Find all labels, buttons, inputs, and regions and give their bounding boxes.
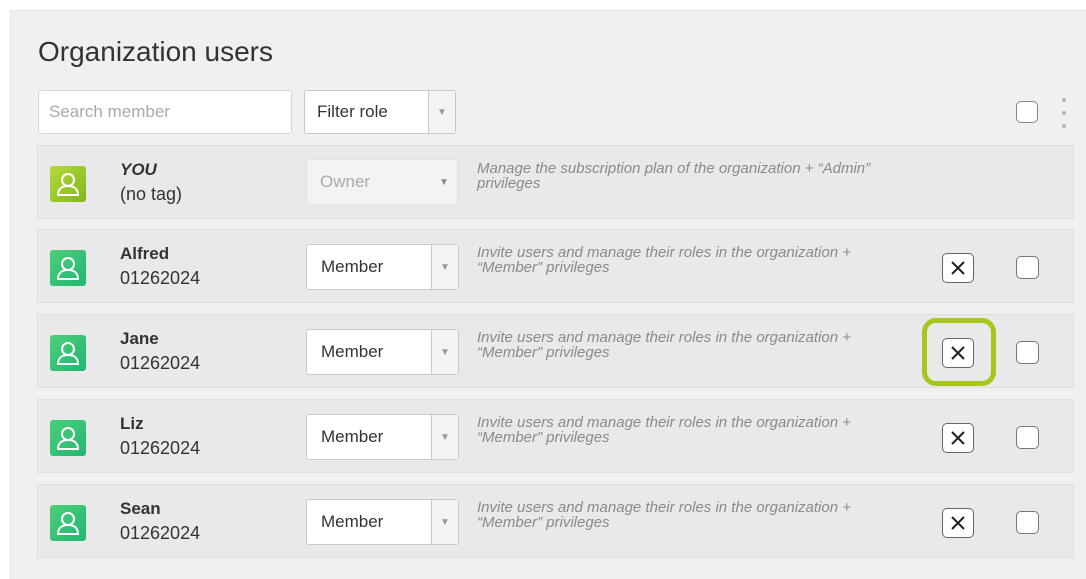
member-name: Alfred — [120, 244, 170, 263]
member-name: Jane — [120, 329, 159, 348]
role-select[interactable]: Member ▼ — [306, 329, 459, 375]
role-select-owner: Owner ▼ — [306, 159, 458, 205]
member-name: YOU — [120, 160, 157, 179]
role-description: Invite users and manage their roles in t… — [477, 244, 851, 276]
role-select-value: Member — [321, 342, 384, 361]
role-description: Invite users and manage their roles in t… — [477, 329, 851, 361]
close-icon — [951, 431, 965, 445]
role-description: Invite users and manage their roles in t… — [477, 414, 851, 446]
chevron-down-icon: ▼ — [431, 245, 458, 289]
close-icon — [951, 516, 965, 530]
role-select[interactable]: Member ▼ — [306, 414, 459, 460]
member-row-jane: Jane 01262024 Member ▼ Invite users and … — [37, 314, 1074, 388]
search-input[interactable] — [38, 90, 292, 134]
member-checkbox[interactable] — [1016, 256, 1039, 279]
chevron-down-icon: ▼ — [428, 91, 455, 133]
chevron-down-icon: ▼ — [431, 415, 458, 459]
filter-role-label: Filter role — [317, 102, 388, 121]
role-description: Invite users and manage their roles in t… — [477, 499, 851, 531]
role-select-value: Owner — [320, 172, 371, 191]
select-all-checkbox[interactable] — [1016, 101, 1038, 123]
more-options-icon[interactable] — [1058, 98, 1070, 128]
member-row-you: YOU (no tag) Manage the subscription pla… — [37, 145, 1074, 219]
member-checkbox[interactable] — [1016, 426, 1039, 449]
role-select[interactable]: Member ▼ — [306, 244, 459, 290]
remove-member-button[interactable] — [942, 423, 974, 453]
member-checkbox[interactable] — [1016, 341, 1039, 364]
member-tag: 01262024 — [120, 353, 201, 373]
user-icon — [50, 420, 86, 456]
user-icon — [50, 335, 86, 371]
member-tag: 01262024 — [120, 523, 201, 543]
member-checkbox[interactable] — [1016, 511, 1039, 534]
member-tag: 01262024 — [120, 268, 201, 288]
chevron-down-icon: ▼ — [439, 176, 449, 188]
member-name: Sean — [120, 499, 161, 518]
remove-member-button[interactable] — [942, 253, 974, 283]
filter-role-dropdown[interactable]: Filter role ▼ — [304, 90, 456, 134]
remove-member-button[interactable] — [942, 508, 974, 538]
user-icon — [50, 166, 86, 202]
page-title: Organization users — [38, 36, 274, 67]
role-select-value: Member — [321, 257, 384, 276]
role-description: Manage the subscription plan of the orga… — [477, 160, 871, 192]
role-select[interactable]: Member ▼ — [306, 499, 459, 545]
member-row-liz: Liz 01262024 Member ▼ Invite users and m… — [37, 399, 1074, 473]
chevron-down-icon: ▼ — [431, 330, 458, 374]
member-row-sean: Sean 01262024 Member ▼ Invite users and … — [37, 484, 1074, 558]
member-row-alfred: Alfred 01262024 Member ▼ Invite users an… — [37, 229, 1074, 303]
highlight-ring — [922, 318, 996, 386]
member-tag: (no tag) — [120, 184, 183, 204]
chevron-down-icon: ▼ — [431, 500, 458, 544]
member-name: Liz — [120, 414, 144, 433]
member-tag: 01262024 — [120, 438, 201, 458]
role-select-value: Member — [321, 512, 384, 531]
role-select-value: Member — [321, 427, 384, 446]
close-icon — [951, 261, 965, 275]
user-icon — [50, 505, 86, 541]
user-icon — [50, 250, 86, 286]
